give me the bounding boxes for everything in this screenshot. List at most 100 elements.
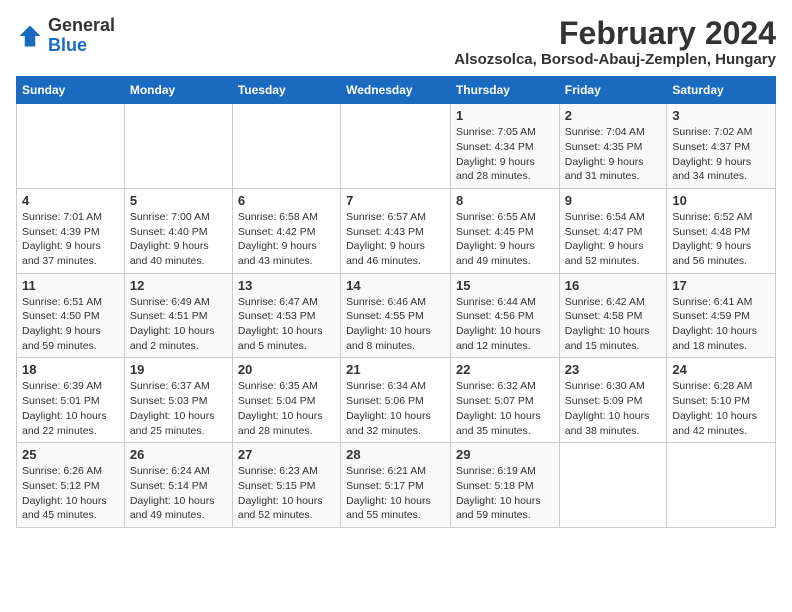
calendar-header-row: SundayMondayTuesdayWednesdayThursdayFrid… (17, 77, 776, 104)
calendar-table: SundayMondayTuesdayWednesdayThursdayFrid… (16, 76, 776, 528)
calendar-cell: 14 Sunrise: 6:46 AM Sunset: 4:55 PM Dayli… (341, 273, 451, 358)
column-header-thursday: Thursday (450, 77, 559, 104)
day-number: 13 (238, 278, 335, 293)
day-number: 11 (22, 278, 119, 293)
day-number: 26 (130, 447, 227, 462)
calendar-cell (559, 443, 667, 528)
column-header-tuesday: Tuesday (232, 77, 340, 104)
day-number: 5 (130, 193, 227, 208)
calendar-week-2: 4 Sunrise: 7:01 AM Sunset: 4:39 PM Daylig… (17, 188, 776, 273)
column-header-friday: Friday (559, 77, 667, 104)
calendar-week-1: 1Sunrise: 7:05 AM Sunset: 4:34 PM Daylig… (17, 104, 776, 189)
calendar-cell: 26 Sunrise: 6:24 AM Sunset: 5:14 PM Dayli… (124, 443, 232, 528)
day-number: 10 (672, 193, 770, 208)
column-header-saturday: Saturday (667, 77, 776, 104)
calendar-week-4: 18Sunrise: 6:39 AM Sunset: 5:01 PM Dayli… (17, 358, 776, 443)
day-number: 23 (565, 362, 662, 377)
day-detail: Sunrise: 7:04 AM Sunset: 4:35 PM Dayligh… (565, 125, 662, 184)
day-detail: Sunrise: 6:52 AM Sunset: 4:48 PM Dayligh… (672, 210, 770, 269)
day-detail: Sunrise: 6:23 AM Sunset: 5:15 PM Dayligh… (238, 464, 335, 523)
calendar-cell: 3Sunrise: 7:02 AM Sunset: 4:37 PM Daylig… (667, 104, 776, 189)
calendar-cell: 28Sunrise: 6:21 AM Sunset: 5:17 PM Dayli… (341, 443, 451, 528)
day-number: 18 (22, 362, 119, 377)
day-detail: Sunrise: 6:54 AM Sunset: 4:47 PM Dayligh… (565, 210, 662, 269)
calendar-cell: 11 Sunrise: 6:51 AM Sunset: 4:50 PM Dayli… (17, 273, 125, 358)
calendar-cell: 8 Sunrise: 6:55 AM Sunset: 4:45 PM Daylig… (450, 188, 559, 273)
calendar-cell: 17 Sunrise: 6:41 AM Sunset: 4:59 PM Dayli… (667, 273, 776, 358)
calendar-cell: 19 Sunrise: 6:37 AM Sunset: 5:03 PM Dayli… (124, 358, 232, 443)
column-header-monday: Monday (124, 77, 232, 104)
day-number: 7 (346, 193, 445, 208)
day-detail: Sunrise: 6:47 AM Sunset: 4:53 PM Dayligh… (238, 295, 335, 354)
day-detail: Sunrise: 6:37 AM Sunset: 5:03 PM Dayligh… (130, 379, 227, 438)
calendar-cell: 13 Sunrise: 6:47 AM Sunset: 4:53 PM Dayli… (232, 273, 340, 358)
calendar-cell: 10 Sunrise: 6:52 AM Sunset: 4:48 PM Dayli… (667, 188, 776, 273)
calendar-cell: 29 Sunrise: 6:19 AM Sunset: 5:18 PM Dayli… (450, 443, 559, 528)
column-header-sunday: Sunday (17, 77, 125, 104)
day-detail: Sunrise: 6:51 AM Sunset: 4:50 PM Dayligh… (22, 295, 119, 354)
day-number: 16 (565, 278, 662, 293)
day-detail: Sunrise: 6:46 AM Sunset: 4:55 PM Dayligh… (346, 295, 445, 354)
calendar-cell: 27 Sunrise: 6:23 AM Sunset: 5:15 PM Dayli… (232, 443, 340, 528)
calendar-cell: 1Sunrise: 7:05 AM Sunset: 4:34 PM Daylig… (450, 104, 559, 189)
calendar-cell: 6Sunrise: 6:58 AM Sunset: 4:42 PM Daylig… (232, 188, 340, 273)
calendar-cell: 15 Sunrise: 6:44 AM Sunset: 4:56 PM Dayli… (450, 273, 559, 358)
subtitle: Alsozsolca, Borsod-Abauj-Zemplen, Hungar… (454, 51, 776, 68)
day-detail: Sunrise: 6:24 AM Sunset: 5:14 PM Dayligh… (130, 464, 227, 523)
calendar-cell: 25 Sunrise: 6:26 AM Sunset: 5:12 PM Dayli… (17, 443, 125, 528)
calendar-cell: 23Sunrise: 6:30 AM Sunset: 5:09 PM Dayli… (559, 358, 667, 443)
calendar-cell (667, 443, 776, 528)
day-detail: Sunrise: 6:34 AM Sunset: 5:06 PM Dayligh… (346, 379, 445, 438)
logo-icon (16, 22, 44, 50)
page-header: General Blue February 2024 Alsozsolca, B… (16, 16, 776, 68)
day-number: 8 (456, 193, 554, 208)
calendar-cell: 2 Sunrise: 7:04 AM Sunset: 4:35 PM Daylig… (559, 104, 667, 189)
day-number: 6 (238, 193, 335, 208)
day-number: 12 (130, 278, 227, 293)
main-title: February 2024 (454, 16, 776, 51)
day-detail: Sunrise: 6:26 AM Sunset: 5:12 PM Dayligh… (22, 464, 119, 523)
day-detail: Sunrise: 6:21 AM Sunset: 5:17 PM Dayligh… (346, 464, 445, 523)
day-number: 19 (130, 362, 227, 377)
logo: General Blue (16, 16, 115, 56)
calendar-cell (341, 104, 451, 189)
day-number: 14 (346, 278, 445, 293)
day-number: 2 (565, 108, 662, 123)
day-number: 15 (456, 278, 554, 293)
day-detail: Sunrise: 6:57 AM Sunset: 4:43 PM Dayligh… (346, 210, 445, 269)
calendar-cell: 7 Sunrise: 6:57 AM Sunset: 4:43 PM Daylig… (341, 188, 451, 273)
column-header-wednesday: Wednesday (341, 77, 451, 104)
day-detail: Sunrise: 6:35 AM Sunset: 5:04 PM Dayligh… (238, 379, 335, 438)
calendar-cell (17, 104, 125, 189)
day-detail: Sunrise: 7:01 AM Sunset: 4:39 PM Dayligh… (22, 210, 119, 269)
day-detail: Sunrise: 6:44 AM Sunset: 4:56 PM Dayligh… (456, 295, 554, 354)
calendar-cell: 21 Sunrise: 6:34 AM Sunset: 5:06 PM Dayli… (341, 358, 451, 443)
calendar-cell: 18Sunrise: 6:39 AM Sunset: 5:01 PM Dayli… (17, 358, 125, 443)
day-number: 25 (22, 447, 119, 462)
day-number: 3 (672, 108, 770, 123)
calendar-cell: 5 Sunrise: 7:00 AM Sunset: 4:40 PM Daylig… (124, 188, 232, 273)
day-detail: Sunrise: 6:19 AM Sunset: 5:18 PM Dayligh… (456, 464, 554, 523)
day-detail: Sunrise: 6:41 AM Sunset: 4:59 PM Dayligh… (672, 295, 770, 354)
day-number: 27 (238, 447, 335, 462)
calendar-cell: 20 Sunrise: 6:35 AM Sunset: 5:04 PM Dayli… (232, 358, 340, 443)
day-detail: Sunrise: 6:42 AM Sunset: 4:58 PM Dayligh… (565, 295, 662, 354)
logo-text: General Blue (48, 16, 115, 56)
day-number: 21 (346, 362, 445, 377)
calendar-cell: 9 Sunrise: 6:54 AM Sunset: 4:47 PM Daylig… (559, 188, 667, 273)
day-number: 22 (456, 362, 554, 377)
day-number: 29 (456, 447, 554, 462)
day-number: 9 (565, 193, 662, 208)
calendar-cell: 16 Sunrise: 6:42 AM Sunset: 4:58 PM Dayli… (559, 273, 667, 358)
calendar-week-5: 25 Sunrise: 6:26 AM Sunset: 5:12 PM Dayli… (17, 443, 776, 528)
day-detail: Sunrise: 6:55 AM Sunset: 4:45 PM Dayligh… (456, 210, 554, 269)
day-number: 20 (238, 362, 335, 377)
calendar-cell: 4 Sunrise: 7:01 AM Sunset: 4:39 PM Daylig… (17, 188, 125, 273)
title-section: February 2024 Alsozsolca, Borsod-Abauj-Z… (454, 16, 776, 68)
day-number: 17 (672, 278, 770, 293)
calendar-cell: 22 Sunrise: 6:32 AM Sunset: 5:07 PM Dayli… (450, 358, 559, 443)
calendar-week-3: 11 Sunrise: 6:51 AM Sunset: 4:50 PM Dayli… (17, 273, 776, 358)
day-detail: Sunrise: 6:32 AM Sunset: 5:07 PM Dayligh… (456, 379, 554, 438)
day-detail: Sunrise: 7:00 AM Sunset: 4:40 PM Dayligh… (130, 210, 227, 269)
day-number: 4 (22, 193, 119, 208)
